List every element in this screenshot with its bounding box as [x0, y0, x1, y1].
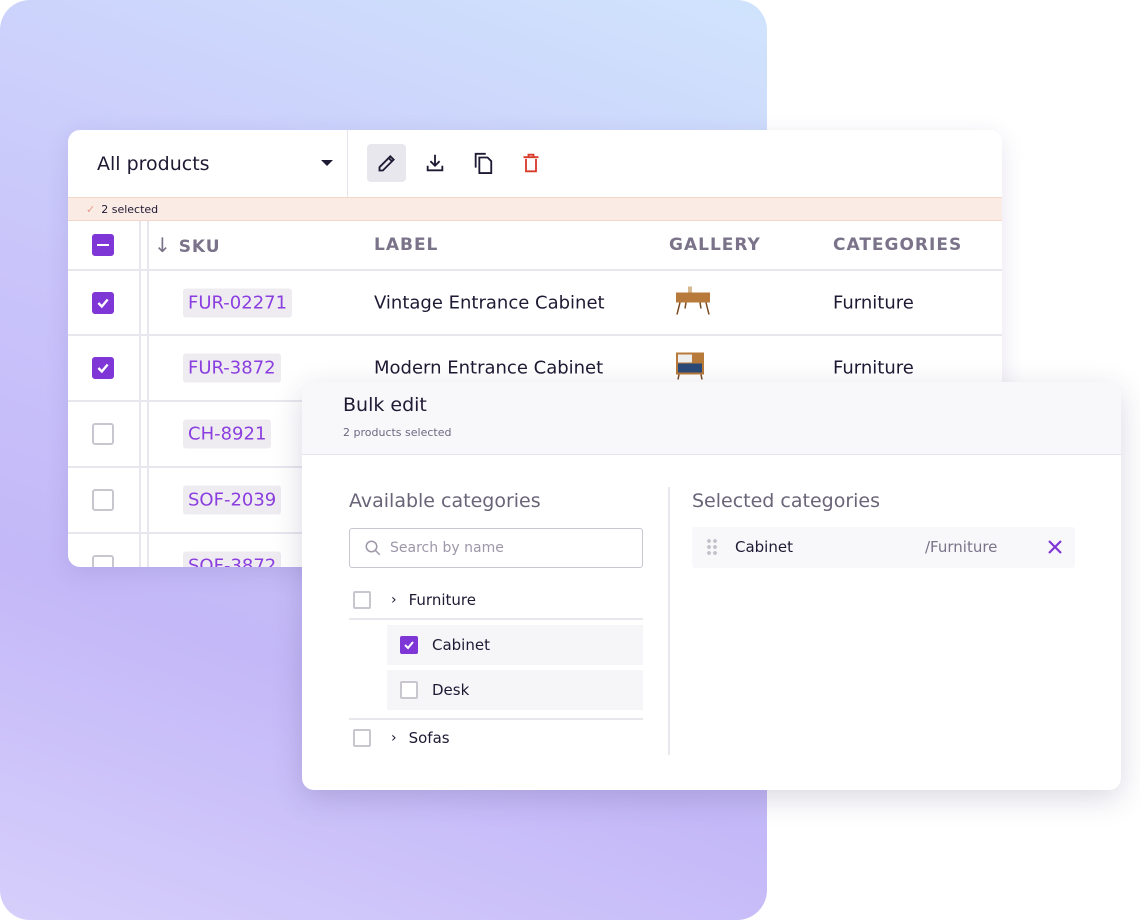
checkbox[interactable] — [400, 681, 418, 699]
drag-handle-icon[interactable] — [706, 538, 718, 556]
download-icon — [426, 154, 443, 172]
sku-cell[interactable]: CH-8921 — [183, 419, 272, 449]
sort-down-icon: ↓ — [154, 233, 172, 257]
divider — [349, 718, 643, 720]
tree-item-desk[interactable]: Desk — [387, 670, 643, 710]
view-select[interactable]: All products — [68, 130, 348, 197]
sku-header[interactable]: ↓ SKU — [154, 233, 221, 257]
selection-banner: ✓ 2 selected — [68, 197, 1002, 221]
column-divider — [147, 221, 149, 567]
chevron-right-icon[interactable]: › — [391, 592, 397, 608]
tree-item-furniture[interactable]: › Furniture — [353, 591, 476, 609]
trash-icon — [523, 153, 538, 173]
divider — [349, 618, 643, 620]
toolbar: All products — [68, 130, 1002, 197]
label-cell: Vintage Entrance Cabinet — [374, 292, 605, 313]
row-checkbox[interactable] — [92, 489, 114, 511]
row-checkbox[interactable] — [92, 291, 114, 314]
column-divider — [668, 487, 670, 755]
row-checkbox[interactable] — [92, 357, 114, 379]
cabinet-thumbnail — [676, 352, 704, 380]
view-select-label: All products — [97, 152, 210, 175]
bulk-edit-dialog: Bulk edit 2 products selected Available … — [302, 382, 1121, 790]
row-checkbox[interactable] — [92, 423, 114, 445]
sku-cell[interactable]: FUR-3872 — [183, 353, 281, 383]
dialog-title: Bulk edit — [343, 394, 427, 416]
column-divider — [139, 221, 141, 567]
check-icon — [97, 363, 109, 374]
checkbox-checked[interactable] — [400, 636, 418, 654]
label-header[interactable]: LABEL — [374, 235, 438, 255]
checkbox[interactable] — [353, 591, 371, 609]
checkbox[interactable] — [353, 729, 371, 747]
edit-button[interactable] — [367, 144, 406, 182]
dialog-subtitle: 2 products selected — [343, 426, 452, 439]
copy-icon — [474, 152, 492, 174]
select-all-checkbox[interactable] — [92, 234, 114, 256]
tree-item-cabinet[interactable]: Cabinet — [387, 625, 643, 665]
dialog-header: Bulk edit 2 products selected — [302, 382, 1121, 455]
gallery-cell — [674, 351, 706, 386]
sku-cell[interactable]: SOF-3872 — [183, 551, 282, 567]
categories-header[interactable]: CATEGORIES — [833, 235, 962, 255]
close-icon[interactable] — [1047, 539, 1063, 555]
caret-down-icon — [321, 160, 333, 166]
search-icon — [365, 540, 381, 556]
sku-cell[interactable]: SOF-2039 — [183, 485, 282, 515]
duplicate-button[interactable] — [463, 144, 502, 182]
category-search-input[interactable]: Search by name — [349, 528, 643, 568]
check-icon — [97, 298, 109, 308]
check-icon — [404, 641, 414, 650]
selected-category-item[interactable]: Cabinet /Furniture — [692, 527, 1075, 568]
table-row[interactable]: FUR-02271 Vintage Entrance Cabinet Furni… — [68, 271, 1002, 336]
download-button[interactable] — [415, 144, 454, 182]
delete-button[interactable] — [511, 144, 550, 182]
selection-count: 2 selected — [101, 202, 159, 216]
label-cell: Modern Entrance Cabinet — [374, 357, 604, 379]
category-cell: Furniture — [833, 292, 914, 313]
sku-cell[interactable]: FUR-02271 — [183, 288, 293, 317]
search-placeholder: Search by name — [390, 540, 504, 556]
category-cell: Furniture — [833, 357, 914, 379]
table-header: ↓ SKU LABEL GALLERY CATEGORIES — [68, 221, 1002, 271]
tree-item-sofas[interactable]: › Sofas — [353, 729, 450, 747]
chevron-right-icon[interactable]: › — [391, 730, 397, 746]
row-checkbox[interactable] — [92, 555, 114, 567]
available-categories-title: Available categories — [349, 490, 541, 512]
gallery-header[interactable]: GALLERY — [669, 235, 761, 255]
selected-categories-title: Selected categories — [692, 490, 880, 512]
pencil-icon — [378, 155, 395, 172]
gallery-cell — [674, 284, 712, 321]
check-icon: ✓ — [86, 202, 96, 216]
cabinet-thumbnail — [676, 286, 710, 315]
